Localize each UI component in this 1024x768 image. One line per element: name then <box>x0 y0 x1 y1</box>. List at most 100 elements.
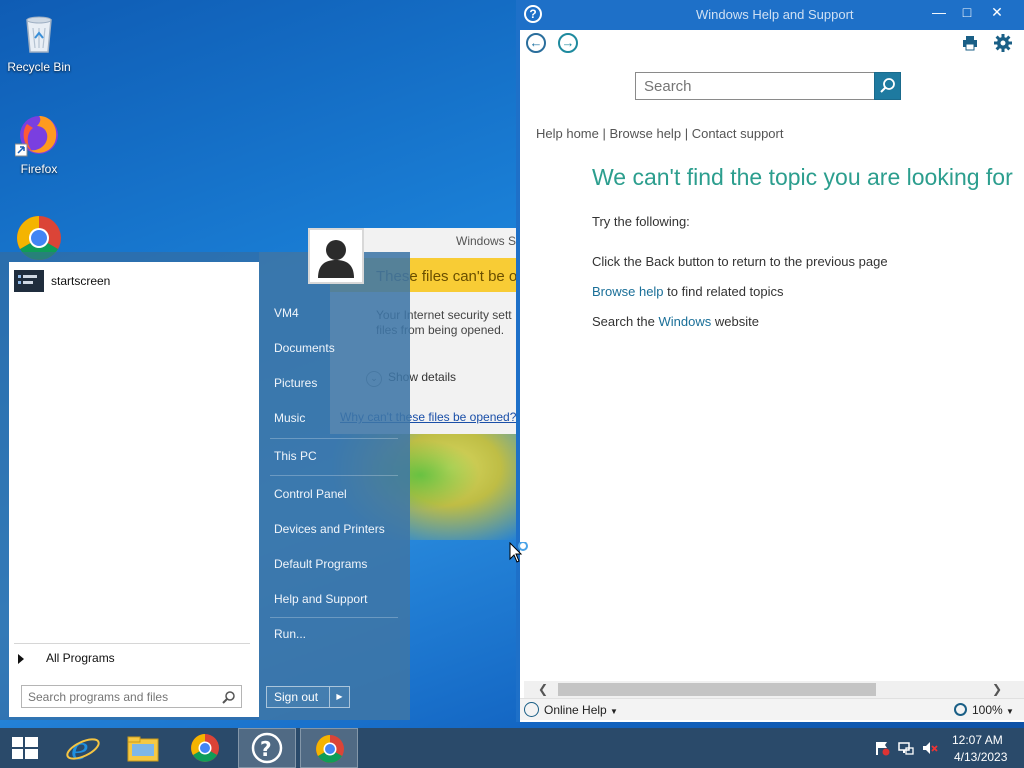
recycle-bin-label: Recycle Bin <box>7 60 71 74</box>
chevron-down-icon: ▼ <box>610 707 618 716</box>
close-button[interactable]: ✕ <box>982 2 1012 24</box>
page-title: We can't find the topic you are looking … <box>592 164 1013 190</box>
sign-out-options-arrow-icon[interactable]: ▶ <box>329 687 349 707</box>
try-following-label: Try the following: <box>592 214 690 229</box>
start-menu-right-pane <box>259 252 410 720</box>
help-status-bar: Online Help ▼ 100% ▼ <box>520 698 1024 720</box>
firefox-icon <box>14 110 63 158</box>
dialog-title: Windows S <box>456 234 517 248</box>
search-icon <box>880 78 895 93</box>
action-center-flag-icon[interactable] <box>874 740 890 756</box>
online-help-dropdown[interactable]: Online Help ▼ <box>544 703 618 717</box>
help-home-link[interactable]: Help home <box>536 126 599 141</box>
start-menu-separator <box>270 617 398 618</box>
clock-time[interactable]: 12:07 AM <box>952 733 1003 747</box>
recycle-bin-icon <box>15 8 63 56</box>
minimize-button[interactable]: — <box>924 2 954 24</box>
all-programs-label: All Programs <box>46 651 115 665</box>
suggestion-search: Search the Windows website <box>592 314 759 329</box>
help-window: ? Windows Help and Support — □ ✕ ← → Hel… <box>516 0 1024 722</box>
start-item-help-support[interactable]: Help and Support <box>274 592 367 606</box>
start-item-documents[interactable]: Documents <box>274 341 335 355</box>
suggestion-browse-text: to find related topics <box>667 284 784 299</box>
start-item-default-programs[interactable]: Default Programs <box>274 557 367 571</box>
user-avatar[interactable] <box>308 228 364 284</box>
sign-out-button[interactable]: Sign out ▶ <box>266 686 350 708</box>
zoom-icon[interactable] <box>954 703 967 716</box>
taskbar-internet-explorer[interactable]: e <box>54 728 112 768</box>
help-window-title: Windows Help and Support <box>696 7 854 22</box>
all-programs-button[interactable]: All Programs <box>18 651 115 665</box>
help-search-input[interactable] <box>635 72 875 100</box>
online-help-icon <box>524 702 539 717</box>
zoom-level-label: 100% <box>972 703 1003 717</box>
scrollbar-thumb[interactable] <box>558 683 876 696</box>
zoom-level-dropdown[interactable]: 100% ▼ <box>972 703 1014 717</box>
svg-text:?: ? <box>260 737 272 761</box>
help-titlebar[interactable]: ? Windows Help and Support — □ ✕ <box>520 0 1024 30</box>
start-item-run[interactable]: Run... <box>274 627 306 641</box>
taskbar-chrome-window[interactable] <box>300 728 358 768</box>
pinned-startscreen[interactable]: startscreen <box>14 270 254 292</box>
search-icon <box>222 690 236 704</box>
windows-website-link[interactable]: Windows <box>659 314 712 329</box>
sign-out-label: Sign out <box>274 690 319 704</box>
back-arrow-icon[interactable]: ← <box>526 33 546 53</box>
folder-icon <box>127 736 159 762</box>
network-icon[interactable] <box>898 740 914 756</box>
windows-logo-icon <box>12 737 38 759</box>
scroll-right-icon[interactable]: ❯ <box>988 681 1006 698</box>
recycle-bin-shortcut[interactable]: Recycle Bin <box>1 8 77 74</box>
print-icon[interactable] <box>962 35 978 51</box>
contact-support-link[interactable]: Contact support <box>692 126 784 141</box>
help-question-icon: ? <box>251 732 283 764</box>
gear-icon[interactable] <box>994 34 1012 52</box>
start-search-input[interactable] <box>21 685 242 708</box>
start-menu-separator <box>270 475 398 476</box>
start-item-vm4[interactable]: VM4 <box>274 306 299 320</box>
start-menu-separator <box>270 438 398 439</box>
svg-text:e: e <box>71 732 89 767</box>
chevron-down-icon: ▼ <box>1006 707 1014 716</box>
taskbar-chrome[interactable] <box>176 728 234 768</box>
taskbar-file-explorer[interactable] <box>114 728 172 768</box>
all-programs-separator <box>14 643 250 644</box>
firefox-label: Firefox <box>20 162 58 176</box>
taskbar: e ? 12:07 AM 4/13/2023 <box>0 728 1024 768</box>
horizontal-scrollbar[interactable]: ❮ ❯ <box>524 681 1024 698</box>
link-separator: | <box>684 126 689 141</box>
browse-help-link[interactable]: Browse help <box>610 126 682 141</box>
start-item-pictures[interactable]: Pictures <box>274 376 317 390</box>
help-breadcrumb-links: Help home | Browse help | Contact suppor… <box>536 126 783 141</box>
link-separator: | <box>602 126 606 141</box>
suggestion-back: Click the Back button to return to the p… <box>592 254 888 269</box>
clock-date[interactable]: 4/13/2023 <box>954 750 1007 764</box>
user-icon <box>310 230 362 282</box>
scroll-left-icon[interactable]: ❮ <box>534 681 552 698</box>
help-search-button[interactable] <box>874 72 901 100</box>
suggestion-search-post: website <box>714 314 759 329</box>
suggestion-browse: Browse help to find related topics <box>592 284 784 299</box>
taskbar-help-support[interactable]: ? <box>238 728 296 768</box>
start-item-this-pc[interactable]: This PC <box>274 449 317 463</box>
chrome-icon <box>316 735 344 763</box>
start-item-devices-printers[interactable]: Devices and Printers <box>274 522 385 536</box>
maximize-button[interactable]: □ <box>952 2 982 24</box>
start-menu-left-pane <box>9 262 259 717</box>
browse-help-inline-link[interactable]: Browse help <box>592 284 664 299</box>
chrome-icon <box>191 734 219 762</box>
start-item-control-panel[interactable]: Control Panel <box>274 487 347 501</box>
start-item-music[interactable]: Music <box>274 411 305 425</box>
pinned-startscreen-label: startscreen <box>51 274 111 288</box>
start-menu <box>0 252 410 720</box>
internet-explorer-icon: e <box>66 732 100 767</box>
start-button[interactable] <box>0 728 52 768</box>
help-question-icon: ? <box>524 5 542 23</box>
mouse-pointer-busy-icon <box>509 541 529 566</box>
volume-muted-icon[interactable] <box>922 740 938 756</box>
forward-arrow-icon[interactable]: → <box>558 33 578 53</box>
triangle-right-icon <box>18 653 24 664</box>
firefox-shortcut[interactable]: Firefox <box>1 110 77 176</box>
startscreen-icon <box>14 270 44 292</box>
suggestion-search-pre: Search the <box>592 314 655 329</box>
